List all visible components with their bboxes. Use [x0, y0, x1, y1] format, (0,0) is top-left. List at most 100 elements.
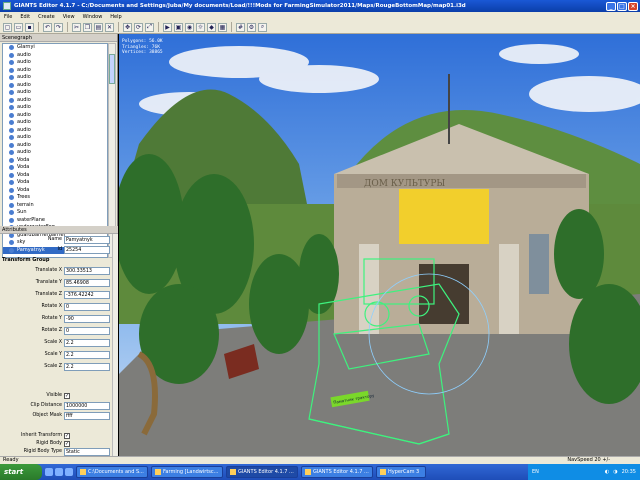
stats-vertices: Vertices: 38865: [122, 50, 163, 55]
menu-window[interactable]: Window: [83, 14, 103, 20]
taskbar-button[interactable]: HyperCam 3: [376, 466, 426, 478]
new-icon[interactable]: ▢: [3, 22, 12, 32]
scenegraph-item[interactable]: audio: [3, 119, 107, 127]
language-indicator[interactable]: EN: [532, 469, 539, 475]
scenegraph-item[interactable]: audio: [3, 67, 107, 75]
tray-icon[interactable]: ◑: [613, 469, 617, 475]
scenegraph-item-label: Voda: [17, 186, 30, 193]
scenegraph-item[interactable]: audio: [3, 89, 107, 97]
toolbar: ▢ ▭ ▪ ↶ ↷ ✂ ❐ ▤ ✕ ✥ ⟳ ⤢ ▶ ▣ ◉ ☼ ◆ ▦ # ⚙ …: [0, 21, 640, 34]
maximize-button[interactable]: □: [617, 1, 627, 11]
attr-name-input[interactable]: Pamyatnyk: [64, 236, 110, 244]
menu-create[interactable]: Create: [38, 14, 55, 20]
scenegraph-item[interactable]: Sun: [3, 209, 107, 217]
object-mask-input[interactable]: ffff: [64, 412, 110, 420]
menu-help[interactable]: Help: [110, 14, 121, 20]
scenegraph-item[interactable]: Voda: [3, 157, 107, 165]
light-icon[interactable]: ☼: [196, 22, 205, 32]
scrollbar-thumb[interactable]: [109, 54, 115, 84]
scenegraph-item[interactable]: audio: [3, 97, 107, 105]
scenegraph-item[interactable]: audio: [3, 142, 107, 150]
attr-transform-input[interactable]: 2.2: [64, 351, 110, 359]
attr-transform-input[interactable]: 2.2: [64, 339, 110, 347]
undo-icon[interactable]: ↶: [43, 22, 52, 32]
scenegraph-item-label: audio: [17, 141, 31, 148]
scenegraph-item[interactable]: Voda: [3, 187, 107, 195]
scenegraph-item[interactable]: audio: [3, 74, 107, 82]
quicklaunch-icon[interactable]: [45, 468, 53, 476]
taskbar-button[interactable]: GIANTS Editor 4.1.7 ...: [301, 466, 373, 478]
scenegraph-item[interactable]: audio: [3, 112, 107, 120]
taskbar-button[interactable]: GIANTS Editor 4.1.7 ...: [226, 466, 298, 478]
grid-icon[interactable]: #: [236, 22, 245, 32]
scenegraph-item[interactable]: audio: [3, 104, 107, 112]
attr-transform-row: Scale Z 2.2: [0, 363, 112, 372]
scale-icon[interactable]: ⤢: [145, 22, 154, 32]
open-icon[interactable]: ▭: [14, 22, 23, 32]
quicklaunch-icon[interactable]: [55, 468, 63, 476]
camera-icon[interactable]: ◉: [185, 22, 194, 32]
attr-clip-row: Clip Distance 1000000: [0, 402, 112, 411]
rigid-body-checkbox[interactable]: ✓: [64, 441, 70, 447]
start-button[interactable]: start: [0, 464, 42, 480]
scenegraph-item[interactable]: Voda: [3, 172, 107, 180]
scenegraph-item[interactable]: audio: [3, 52, 107, 60]
scenegraph-item[interactable]: Voda: [3, 164, 107, 172]
attr-transform-input[interactable]: -376.42242: [64, 291, 110, 299]
scenegraph-item[interactable]: audio: [3, 134, 107, 142]
node-icon: [9, 82, 14, 88]
visible-checkbox[interactable]: ✓: [64, 393, 70, 399]
scenegraph-item[interactable]: terrain: [3, 202, 107, 210]
menu-file[interactable]: File: [4, 14, 12, 20]
scenegraph-item[interactable]: Voda: [3, 179, 107, 187]
rotate-icon[interactable]: ⟳: [134, 22, 143, 32]
rigid-body-type-select[interactable]: Static: [64, 448, 110, 456]
scenegraph-item[interactable]: Glarnyi: [3, 44, 107, 52]
copy-icon[interactable]: ❐: [83, 22, 92, 32]
menu-edit[interactable]: Edit: [20, 14, 30, 20]
inherit-transform-checkbox[interactable]: ✓: [64, 433, 70, 439]
taskbar-button[interactable]: C:\Documents and S...: [76, 466, 148, 478]
scenegraph-item[interactable]: waterPlane: [3, 217, 107, 225]
play-icon[interactable]: ▶: [163, 22, 172, 32]
taskbar-button-label: Farming [Landwirtsc...: [163, 469, 219, 475]
attr-transform-input[interactable]: -90: [64, 315, 110, 323]
quicklaunch-icon[interactable]: [65, 468, 73, 476]
attributes-panel: Name Pamyatnyk Id 25254 Transform Group …: [0, 234, 112, 456]
scenegraph-item[interactable]: audio: [3, 82, 107, 90]
quick-launch: [45, 468, 73, 476]
minimize-button[interactable]: _: [606, 1, 616, 11]
scenegraph-item[interactable]: audio: [3, 149, 107, 157]
menu-view[interactable]: View: [63, 14, 75, 20]
scenegraph-item[interactable]: audio: [3, 59, 107, 67]
move-icon[interactable]: ✥: [123, 22, 132, 32]
scenegraph-item-label: Glarnyi: [17, 44, 35, 50]
attr-transform-label: Rotate Y: [41, 316, 62, 321]
cut-icon[interactable]: ✂: [72, 22, 81, 32]
node-icon: [9, 187, 14, 193]
attr-transform-input[interactable]: 0: [64, 303, 110, 311]
attr-transform-input[interactable]: 300.33513: [64, 267, 110, 275]
attr-clip-label: Clip Distance: [30, 403, 62, 408]
save-icon[interactable]: ▪: [25, 22, 34, 32]
shape-icon[interactable]: ◆: [207, 22, 216, 32]
group-icon[interactable]: ▦: [218, 22, 227, 32]
close-button[interactable]: ×: [628, 1, 638, 11]
clip-distance-input[interactable]: 1000000: [64, 402, 110, 410]
redo-icon[interactable]: ↷: [54, 22, 63, 32]
attr-transform-input[interactable]: 0: [64, 327, 110, 335]
delete-icon[interactable]: ✕: [105, 22, 114, 32]
tray-icon[interactable]: ◐: [605, 469, 609, 475]
scenegraph-item[interactable]: audio: [3, 127, 107, 135]
zoom-icon[interactable]: ⌕: [258, 22, 267, 32]
settings-icon[interactable]: ⚙: [247, 22, 256, 32]
3d-viewport[interactable]: ДОМ КУЛЬТУРЫ Памятник трактору Polygons:…: [119, 34, 640, 456]
paste-icon[interactable]: ▤: [94, 22, 103, 32]
select-icon[interactable]: ▣: [174, 22, 183, 32]
attr-transform-label: Translate Z: [35, 292, 62, 297]
scenegraph-item[interactable]: Trees: [3, 194, 107, 202]
attr-transform-input[interactable]: 2.2: [64, 363, 110, 371]
attributes-scrollbar[interactable]: [112, 234, 118, 456]
taskbar-button[interactable]: Farming [Landwirtsc...: [151, 466, 223, 478]
attr-transform-input[interactable]: 85.46908: [64, 279, 110, 287]
